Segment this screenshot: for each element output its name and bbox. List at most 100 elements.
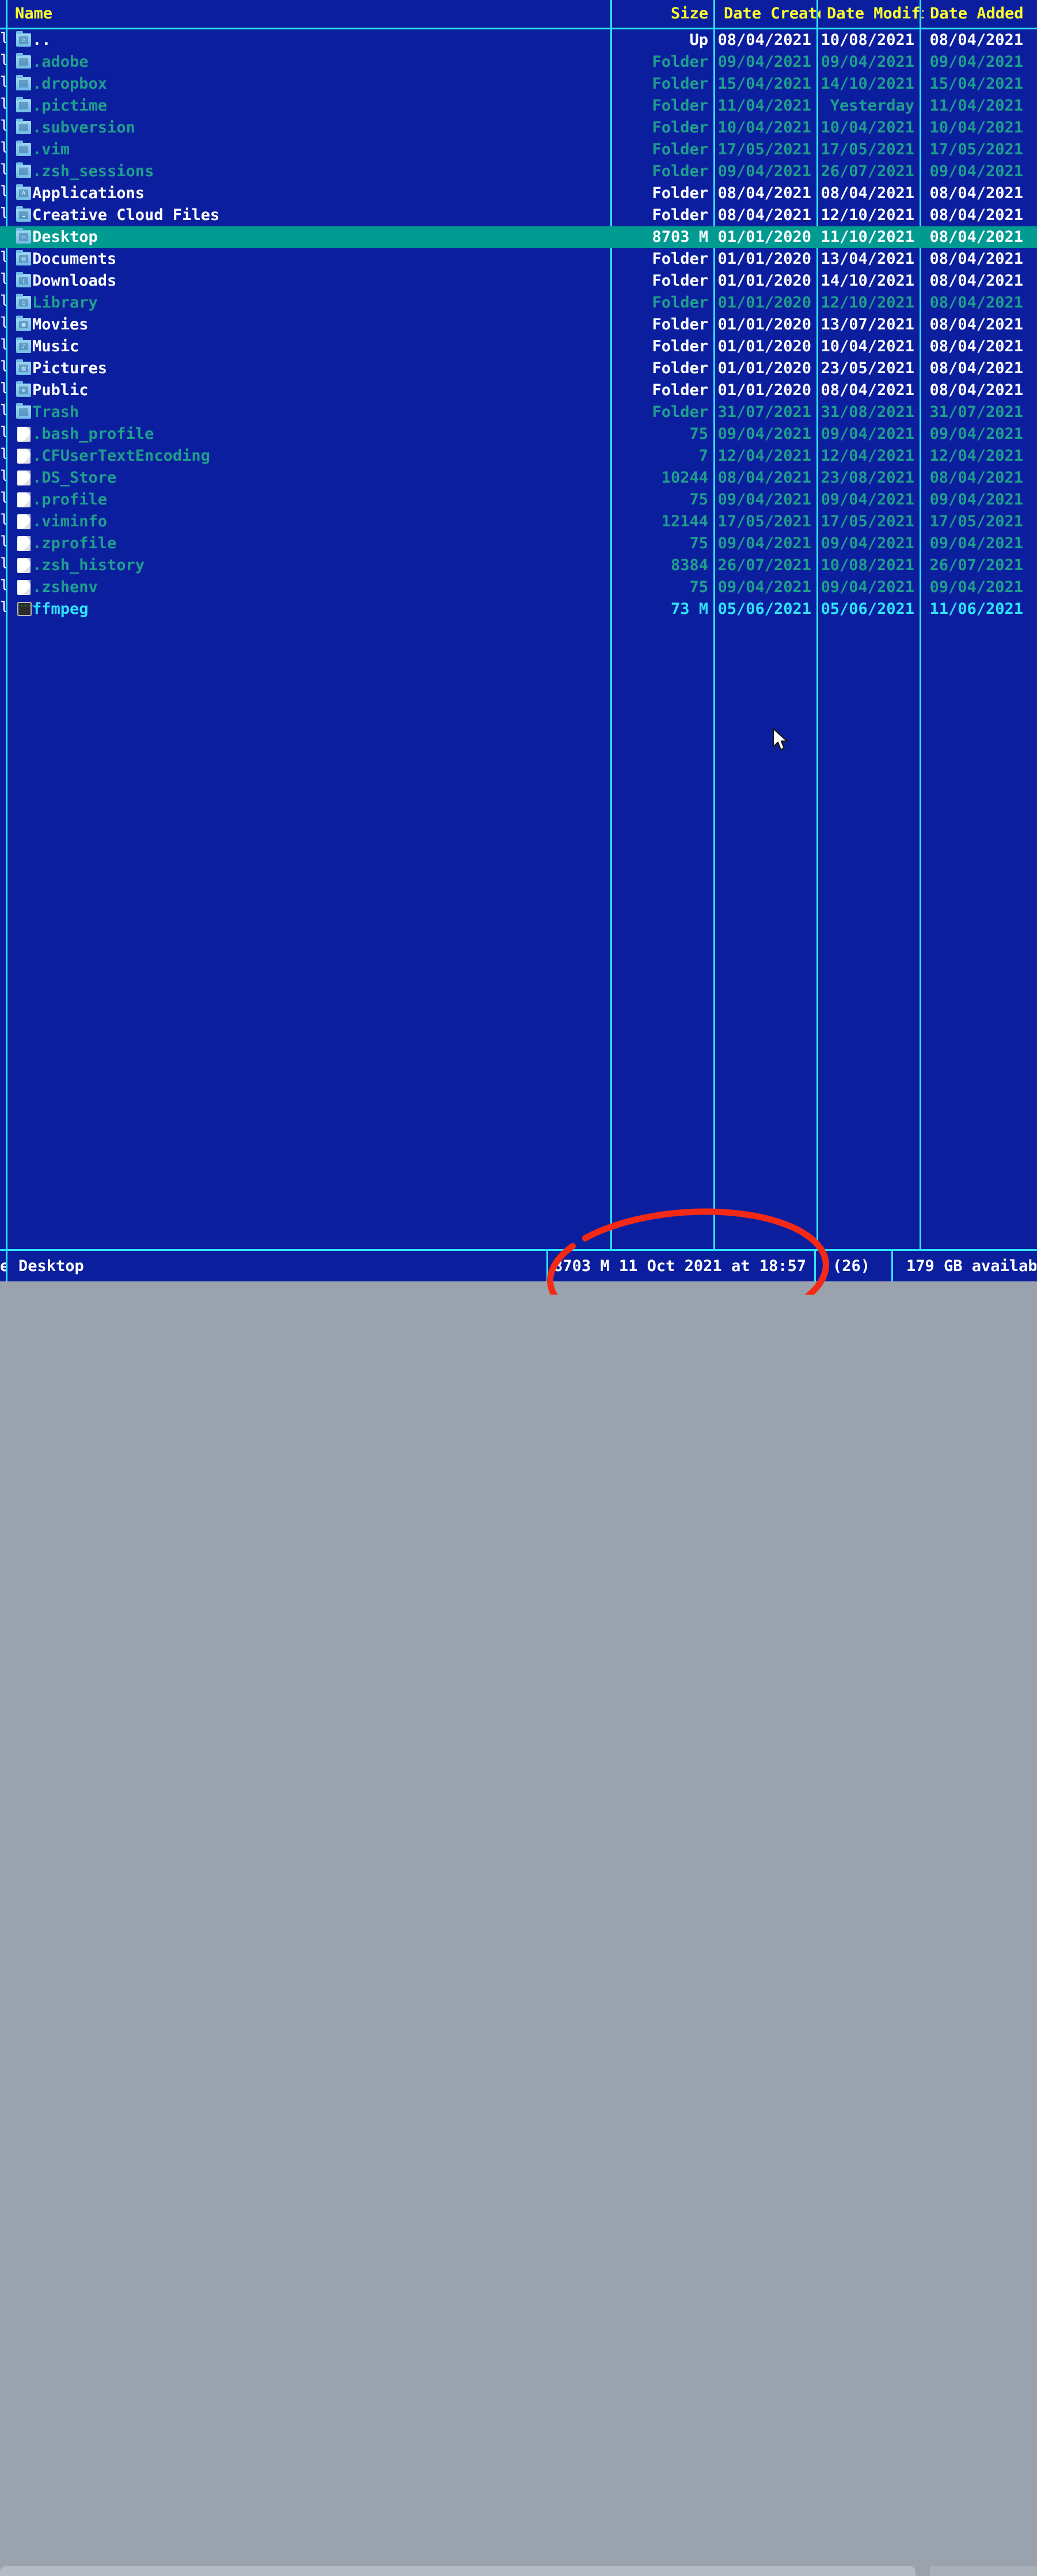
table-row[interactable]: .zprofile 75 09/04/2021 09/04/2021 09/04/202… <box>0 533 1037 555</box>
table-row[interactable]: .vim Folder 17/05/2021 17/05/2021 17/05/2021 <box>0 139 1037 161</box>
file-list[interactable]: ⌂.. Up 08/04/2021 10/08/2021 08/04/2021 .adob… <box>0 29 1037 1249</box>
dock-left[interactable] <box>0 2566 916 2576</box>
table-row[interactable]: .dropbox Folder 15/04/2021 14/10/2021 15/04/… <box>0 73 1037 95</box>
table-row[interactable]: .zshenv 75 09/04/2021 09/04/2021 09/04/2021 <box>0 576 1037 598</box>
column-header-name[interactable]: Name <box>15 2 430 25</box>
table-row[interactable]: ⌂ Library Folder 01/01/2020 12/10/2021 08/04/… <box>0 292 1037 314</box>
table-row[interactable]: .zsh_history 8384 26/07/2021 10/08/2021 26/0… <box>0 555 1037 576</box>
table-row[interactable]: .profile 75 09/04/2021 09/04/2021 09/04/2021 <box>0 489 1037 511</box>
cell-name[interactable]: .vim <box>32 139 608 161</box>
column-header-date-created[interactable]: Date Create <box>719 2 821 25</box>
cell-date-modified: 14/10/2021 <box>821 272 914 290</box>
cell-name[interactable]: Music <box>32 336 608 358</box>
table-row[interactable]: ···· ffmpeg 73 M 05/06/2021 05/06/2021 11/06/… <box>0 598 1037 620</box>
cell-name[interactable]: .zsh_history <box>32 555 608 576</box>
cell-name[interactable]: Creative Cloud Files <box>32 204 608 226</box>
table-row[interactable]: .CFUserTextEncoding 7 12/04/2021 12/04/2021… <box>0 445 1037 467</box>
cell-date-added: 15/04/2021 <box>929 75 1023 93</box>
cell-date-modified: 09/04/2021 <box>821 425 914 443</box>
cell-name[interactable]: .subversion <box>32 117 608 139</box>
folder-downloads-icon: ↓ <box>16 272 31 287</box>
cell-size: Folder <box>652 184 708 202</box>
cell-date-created: 10/04/2021 <box>717 119 811 136</box>
cell-name[interactable]: .zsh_sessions <box>32 161 608 183</box>
cell-date-created: 26/07/2021 <box>717 556 811 574</box>
table-row[interactable]: .subversion Folder 10/04/2021 10/04/2021 10/… <box>0 117 1037 139</box>
dock-right[interactable] <box>930 2566 1037 2576</box>
cell-name[interactable]: .zprofile <box>32 533 608 555</box>
document-icon <box>17 514 31 529</box>
cell-name[interactable]: Applications <box>32 183 608 204</box>
cell-date-created: 09/04/2021 <box>717 491 811 509</box>
cell-date-modified: 13/04/2021 <box>821 250 914 268</box>
cell-name[interactable]: Pictures <box>32 358 608 380</box>
cell-date-modified: 23/08/2021 <box>821 469 914 487</box>
cell-date-added: 08/04/2021 <box>929 206 1023 224</box>
cell-size: 75 <box>689 578 708 596</box>
cell-name[interactable]: Documents <box>32 248 608 270</box>
cell-date-modified: 09/04/2021 <box>821 534 914 552</box>
table-row[interactable]: ♪ Music Folder 01/01/2020 10/04/2021 08/04/20… <box>0 336 1037 358</box>
cell-name[interactable]: .. <box>32 29 608 51</box>
table-row[interactable]: A Applications Folder 08/04/2021 08/04/2021 0… <box>0 183 1037 204</box>
table-row[interactable]: .viminfo 12144 17/05/2021 17/05/2021 17/05/2… <box>0 511 1037 533</box>
cell-name[interactable]: .dropbox <box>32 73 608 95</box>
cell-name[interactable]: .CFUserTextEncoding <box>32 445 608 467</box>
cell-size: Folder <box>652 337 708 355</box>
cell-date-created: 08/04/2021 <box>717 31 811 49</box>
table-row[interactable]: .DS_Store 10244 08/04/2021 23/08/2021 08/04/… <box>0 467 1037 489</box>
table-row[interactable]: ▤ Documents Folder 01/01/2020 13/04/2021 08/0… <box>0 248 1037 270</box>
table-row[interactable]: .adobe Folder 09/04/2021 09/04/2021 09/04/20… <box>0 51 1037 73</box>
cell-size: Up <box>689 31 708 49</box>
cell-name[interactable]: Movies <box>32 314 608 336</box>
table-row[interactable]: ◈ Public Folder 01/01/2020 08/04/2021 08/04/2… <box>0 380 1037 401</box>
cell-date-added: 08/04/2021 <box>929 337 1023 355</box>
status-size-and-time: 8703 M 11 Oct 2021 at 18:57 <box>553 1257 806 1275</box>
table-row[interactable]: Trash Folder 31/07/2021 31/08/2021 31/07/202… <box>0 401 1037 423</box>
cell-name[interactable]: Public <box>32 380 608 401</box>
table-row[interactable]: .zsh_sessions Folder 09/04/2021 26/07/2021 0… <box>0 161 1037 183</box>
folder-pictures-icon: ▨ <box>16 359 31 375</box>
table-row[interactable]: ⌂.. Up 08/04/2021 10/08/2021 08/04/2021 <box>0 29 1037 51</box>
cell-name[interactable]: .adobe <box>32 51 608 73</box>
column-header-date-modified[interactable]: Date Modifi <box>822 2 924 25</box>
table-row[interactable]: ☁ Creative Cloud Files Folder 08/04/2021 12/… <box>0 204 1037 226</box>
cell-name[interactable]: .viminfo <box>32 511 608 533</box>
cell-name[interactable]: Desktop <box>32 226 608 248</box>
cell-name[interactable]: Trash <box>32 401 608 423</box>
cell-name[interactable]: Library <box>32 292 608 314</box>
table-row[interactable]: ▭ Desktop 8703 M 01/01/2020 11/10/2021 08/04/… <box>0 226 1037 248</box>
cell-date-modified: 13/07/2021 <box>821 316 914 333</box>
column-header-size[interactable]: Size <box>614 2 712 25</box>
cell-date-modified: 11/10/2021 <box>821 228 914 246</box>
column-header-date-added[interactable]: Date Added <box>925 2 1037 25</box>
cell-size: 75 <box>689 534 708 552</box>
cell-name[interactable]: .bash_profile <box>32 423 608 445</box>
cell-size: Folder <box>652 97 708 115</box>
cell-name[interactable]: ffmpeg <box>32 598 608 620</box>
cell-name[interactable]: Downloads <box>32 270 608 292</box>
cell-name[interactable]: .profile <box>32 489 608 511</box>
cell-name[interactable]: .pictime <box>32 95 608 117</box>
table-row[interactable]: .pictime Folder 11/04/2021 Yesterday 11/04/2… <box>0 95 1037 117</box>
desktop-strip <box>0 1281 1037 2576</box>
table-row[interactable]: ▣ Movies Folder 01/01/2020 13/07/2021 08/04/2… <box>0 314 1037 336</box>
table-row[interactable]: ▨ Pictures Folder 01/01/2020 23/05/2021 08/04… <box>0 358 1037 380</box>
file-list-panel[interactable]: lllllllllllllllllllllllllll Name Size Da… <box>0 0 1037 1281</box>
cell-date-created: 11/04/2021 <box>717 97 811 115</box>
cell-date-added: 10/04/2021 <box>929 119 1023 136</box>
cell-date-created: 01/01/2020 <box>717 250 811 268</box>
cell-date-modified: 12/10/2021 <box>821 294 914 312</box>
cell-date-created: 09/04/2021 <box>717 534 811 552</box>
cell-size: 10244 <box>661 469 708 487</box>
cell-date-created: 01/01/2020 <box>717 316 811 333</box>
cell-date-created: 01/01/2020 <box>717 337 811 355</box>
table-row[interactable]: ↓ Downloads Folder 01/01/2020 14/10/2021 08/0… <box>0 270 1037 292</box>
cell-name[interactable]: .DS_Store <box>32 467 608 489</box>
status-current-path: Desktop <box>18 1257 84 1275</box>
cell-size: Folder <box>652 403 708 421</box>
cell-name[interactable]: .zshenv <box>32 576 608 598</box>
table-row[interactable]: .bash_profile 75 09/04/2021 09/04/2021 09/04… <box>0 423 1037 445</box>
folder-desktop-icon: ▭ <box>16 228 31 244</box>
cell-date-modified: 09/04/2021 <box>821 578 914 596</box>
